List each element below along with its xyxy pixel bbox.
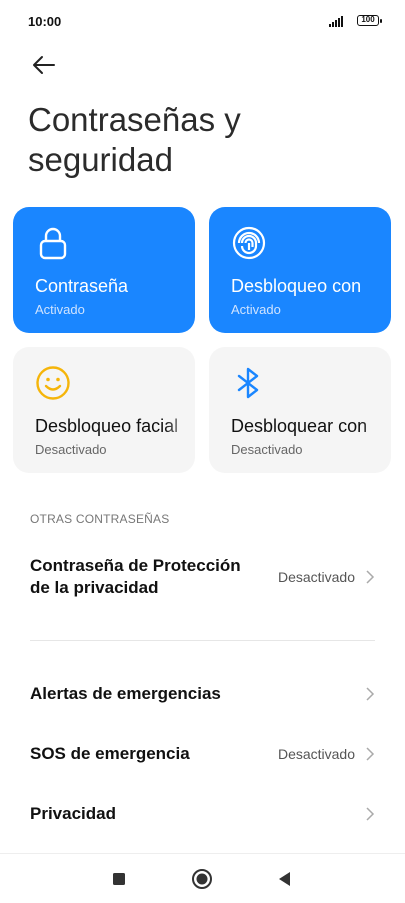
home-circle-icon[interactable]	[191, 868, 213, 890]
chevron-right-icon	[366, 687, 375, 701]
arrow-left-icon	[33, 56, 55, 74]
row-label: Privacidad	[30, 804, 116, 823]
tile-face-unlock[interactable]: Desbloqueo facial Desactivado	[13, 347, 195, 473]
tile-title: Contraseña	[35, 276, 129, 296]
section-header-other-passwords: OTRAS CONTRASEÑAS	[30, 512, 170, 526]
tile-title: Desbloqueo con	[231, 276, 362, 296]
smiley-face-icon	[36, 366, 70, 400]
row-label: Contraseña de Protección de la privacida…	[30, 556, 241, 597]
signal-icon	[329, 16, 345, 27]
tile-status: Desactivado	[231, 442, 303, 457]
bluetooth-icon	[237, 367, 259, 399]
back-triangle-icon[interactable]	[274, 868, 296, 890]
chevron-right-icon	[366, 570, 375, 584]
chevron-right-icon	[366, 747, 375, 761]
row-value: Desactivado	[277, 569, 355, 585]
chevron-right-icon	[366, 807, 375, 821]
row-value: Desactivado	[277, 746, 355, 762]
tile-bluetooth-unlock[interactable]: Desbloquear con Desactivado	[209, 347, 391, 473]
emergency-alerts-row[interactable]: Alertas de emergencias	[0, 683, 405, 707]
system-navigation-bar	[0, 853, 405, 903]
fingerprint-icon	[232, 226, 266, 260]
tile-title: Desbloqueo facial	[35, 416, 179, 436]
divider	[30, 640, 375, 641]
status-bar: 10:00 100	[0, 0, 405, 44]
tile-status: Activado	[35, 302, 85, 317]
status-time: 10:00	[28, 14, 62, 29]
tile-fingerprint-unlock[interactable]: Desbloqueo con Activado	[209, 207, 391, 333]
privacy-protection-password-row[interactable]: Contraseña de Protección de la privacida…	[0, 555, 405, 605]
row-label: Alertas de emergencias	[30, 684, 221, 703]
row-label: SOS de emergencia	[30, 744, 190, 763]
recents-square-icon[interactable]	[108, 868, 130, 890]
lock-icon	[39, 227, 67, 260]
page-title: Contraseñas y seguridad	[28, 101, 241, 178]
emergency-sos-row[interactable]: SOS de emergencia Desactivado	[0, 743, 405, 767]
tile-status: Desactivado	[35, 442, 107, 457]
tile-status: Activado	[231, 302, 281, 317]
battery-icon: 100	[357, 15, 382, 26]
privacy-row[interactable]: Privacidad	[0, 803, 405, 827]
back-button[interactable]	[30, 50, 60, 80]
tile-password[interactable]: Contraseña Activado	[13, 207, 195, 333]
tile-title: Desbloquear con	[231, 416, 368, 436]
